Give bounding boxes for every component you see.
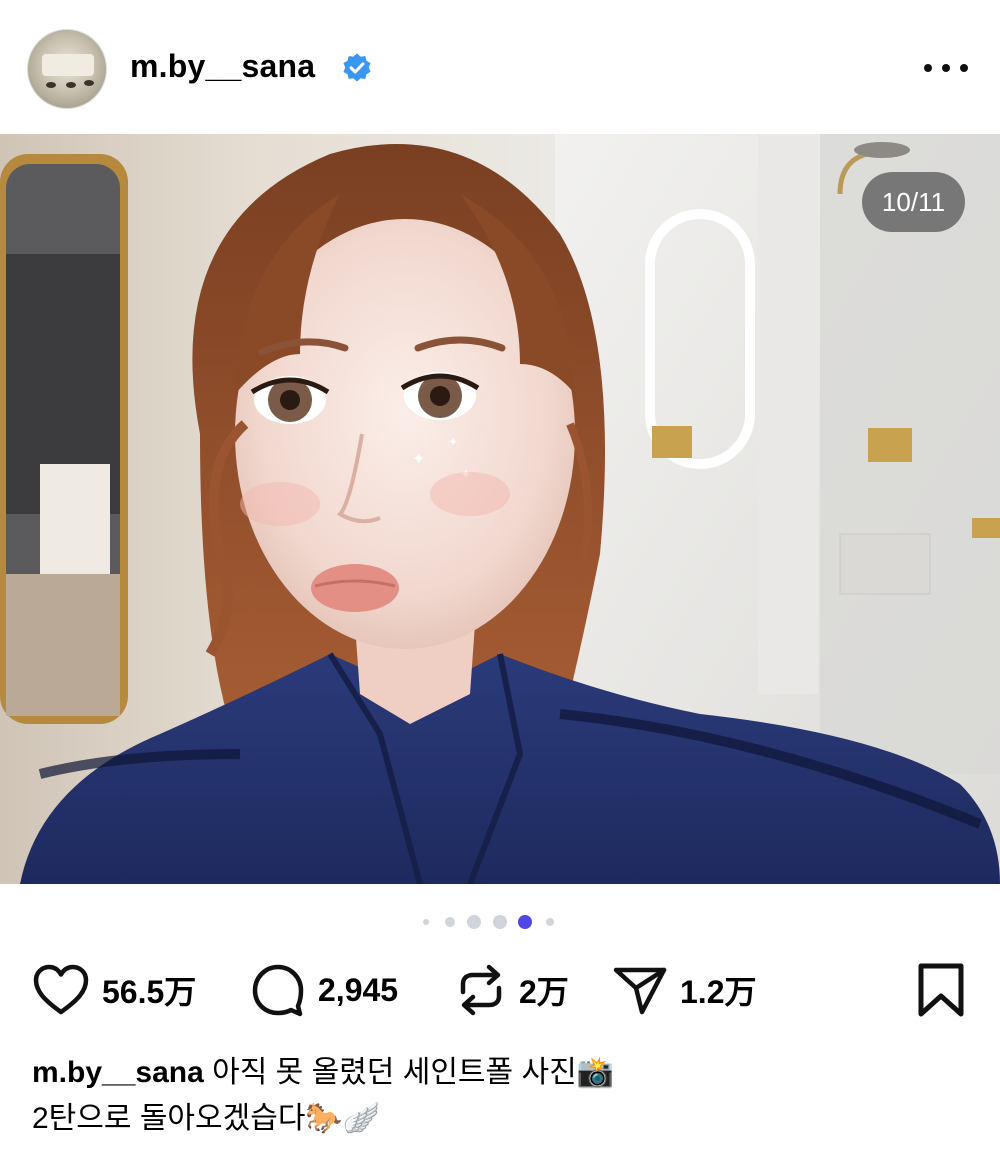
comment-button[interactable]: 2,945 bbox=[250, 960, 398, 1020]
comment-bubble-icon bbox=[252, 964, 304, 1017]
bookmark-icon bbox=[918, 963, 964, 1017]
share-button[interactable]: 1.2万 bbox=[612, 960, 757, 1020]
carousel-dot-active[interactable] bbox=[518, 915, 532, 929]
repost-button[interactable]: 2万 bbox=[455, 960, 569, 1020]
svg-text:✦: ✦ bbox=[412, 451, 425, 468]
carousel-dot[interactable] bbox=[423, 919, 429, 925]
like-count: 56.5万 bbox=[102, 974, 197, 1010]
carousel-dot[interactable] bbox=[467, 915, 481, 929]
paper-plane-icon bbox=[613, 967, 667, 1015]
post-header: m.by__sana bbox=[0, 0, 1000, 134]
like-button[interactable]: 56.5万 bbox=[32, 960, 196, 1020]
username[interactable]: m.by__sana bbox=[130, 48, 315, 85]
carousel-counter: 10/11 bbox=[862, 172, 965, 232]
carousel-dot[interactable] bbox=[493, 915, 507, 929]
post-caption: m.by__sana 아직 못 올렸던 세인트폴 사진📸 2탄으로 돌아오겠습다… bbox=[32, 1050, 972, 1142]
share-count: 1.2万 bbox=[680, 974, 757, 1010]
carousel-dots bbox=[0, 912, 1000, 932]
repost-count: 2万 bbox=[519, 974, 569, 1010]
carousel-dot[interactable] bbox=[546, 918, 554, 926]
more-options-icon[interactable] bbox=[924, 56, 968, 80]
carousel-dot[interactable] bbox=[445, 917, 455, 927]
caption-text-2: 2탄으로 돌아오겠습다🐎🪽 bbox=[32, 1102, 381, 1135]
post-photo[interactable]: ✦ ✦ ✦ 10/11 bbox=[0, 134, 1000, 884]
svg-text:✦: ✦ bbox=[448, 435, 458, 449]
caption-line-1: m.by__sana 아직 못 올렸던 세인트폴 사진📸 bbox=[32, 1050, 972, 1096]
avatar[interactable] bbox=[27, 29, 107, 109]
comment-count: 2,945 bbox=[318, 971, 399, 1008]
caption-username[interactable]: m.by__sana bbox=[32, 1056, 204, 1089]
heart-icon bbox=[33, 964, 89, 1015]
selfie-photo: ✦ ✦ ✦ bbox=[0, 134, 1000, 884]
repost-icon bbox=[460, 964, 502, 1016]
save-button[interactable] bbox=[916, 960, 966, 1020]
verified-badge-icon bbox=[343, 53, 371, 82]
caption-text-1: 아직 못 올렸던 세인트폴 사진📸 bbox=[212, 1056, 615, 1089]
action-bar: 56.5万 2,945 2万 1.2万 bbox=[0, 960, 1000, 1020]
caption-line-2: 2탄으로 돌아오겠습다🐎🪽 bbox=[32, 1096, 972, 1142]
